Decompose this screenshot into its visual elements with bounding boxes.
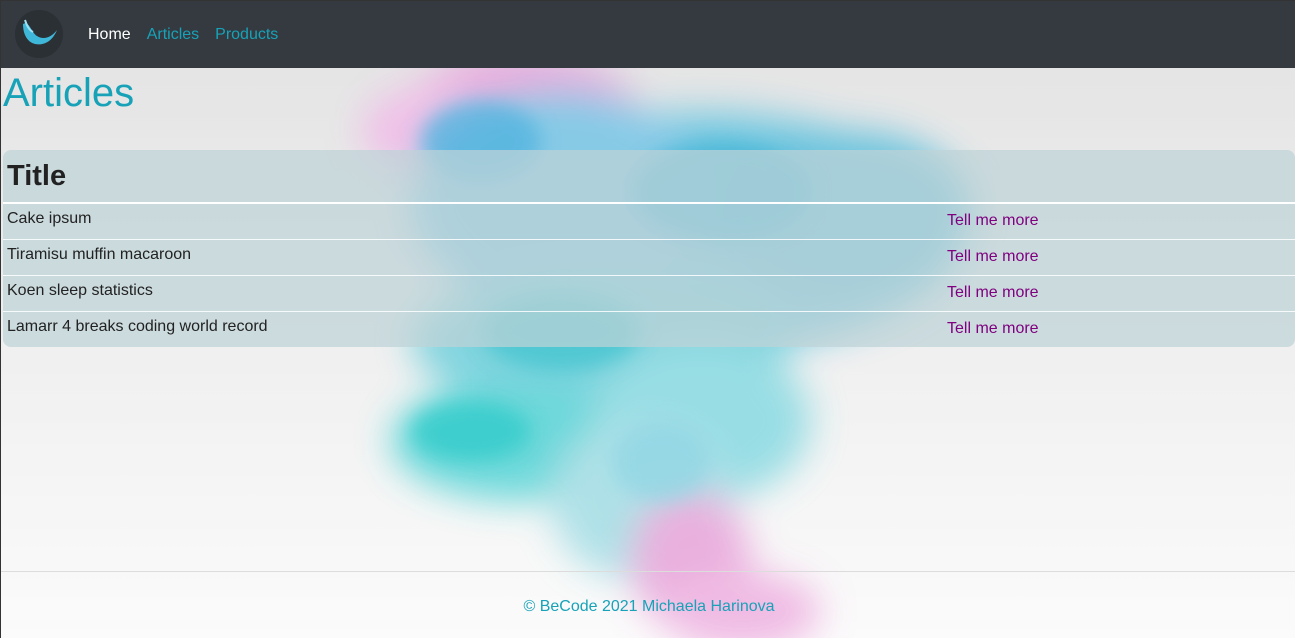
table-row: Koen sleep statistics Tell me more bbox=[3, 276, 1295, 312]
article-title: Lamarr 4 breaks coding world record bbox=[7, 318, 268, 335]
article-title: Koen sleep statistics bbox=[7, 282, 153, 299]
tell-me-more-link[interactable]: Tell me more bbox=[947, 212, 1039, 230]
top-navbar: Home Articles Products bbox=[1, 1, 1295, 68]
page-frame: Home Articles Products Articles Title Ca… bbox=[0, 0, 1295, 638]
nav-link-home[interactable]: Home bbox=[88, 25, 131, 45]
table-row: Cake ipsum Tell me more bbox=[3, 204, 1295, 240]
footer-copyright: © BeCode 2021 Michaela Harinova bbox=[523, 598, 775, 615]
tell-me-more-link[interactable]: Tell me more bbox=[947, 248, 1039, 266]
article-title: Tiramisu muffin macaroon bbox=[7, 246, 192, 263]
nav-link-articles[interactable]: Articles bbox=[147, 25, 199, 45]
table-header-title: Title bbox=[7, 160, 67, 192]
tell-me-more-link[interactable]: Tell me more bbox=[947, 320, 1039, 338]
article-title: Cake ipsum bbox=[7, 210, 92, 227]
footer: © BeCode 2021 Michaela Harinova bbox=[1, 571, 1295, 638]
table-header: Title bbox=[3, 150, 1295, 204]
table-row: Lamarr 4 breaks coding world record Tell… bbox=[3, 312, 1295, 347]
logo-icon[interactable] bbox=[15, 10, 63, 58]
table-row: Tiramisu muffin macaroon Tell me more bbox=[3, 240, 1295, 276]
page-title: Articles bbox=[3, 71, 135, 115]
tell-me-more-link[interactable]: Tell me more bbox=[947, 284, 1039, 302]
nav-link-products[interactable]: Products bbox=[215, 25, 278, 45]
nav-links: Home Articles Products bbox=[88, 25, 278, 45]
articles-table: Title Cake ipsum Tell me more Tiramisu m… bbox=[3, 150, 1295, 347]
